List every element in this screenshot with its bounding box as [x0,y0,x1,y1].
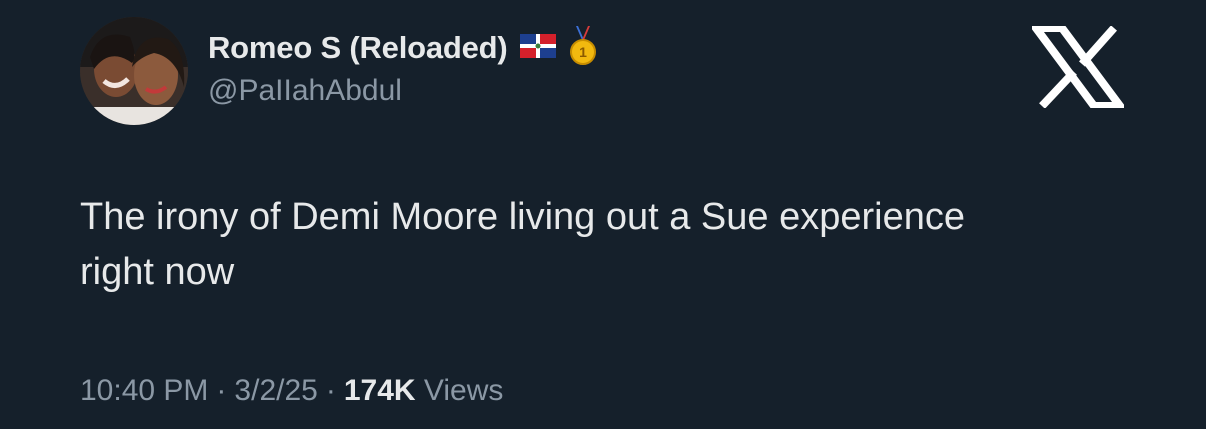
views-count: 174K [343,374,416,407]
avatar[interactable] [80,17,188,125]
meta-separator: · [325,374,336,407]
tweet-time[interactable]: 10:40 PM [80,374,208,408]
tweet-text-line: The irony of Demi Moore living out a Sue… [80,196,966,238]
avatar-image [80,17,188,125]
first-place-medal-icon: 1 [568,25,598,71]
views-stat[interactable]: 174K Views [344,374,504,408]
tweet-text: The irony of Demi Moore living out a Sue… [80,190,1110,300]
views-label: Views [423,374,504,407]
svg-text:1: 1 [579,44,587,60]
tweet-card: Romeo S (Reloaded) 1 @PaIIahAbdul The ir… [0,0,1206,429]
dominican-flag-icon [519,33,556,63]
tweet-text-line: right now [80,251,235,293]
meta-separator: · [216,374,227,407]
tweet-meta: 10:40 PM · 3/2/25 · 174K Views [80,374,503,408]
author-name-row: Romeo S (Reloaded) 1 [208,25,598,71]
x-logo-icon [1028,24,1128,110]
tweet-date[interactable]: 3/2/25 [234,374,317,408]
author-handle[interactable]: @PaIIahAbdul [208,74,402,108]
author-display-name[interactable]: Romeo S (Reloaded) [208,30,508,66]
